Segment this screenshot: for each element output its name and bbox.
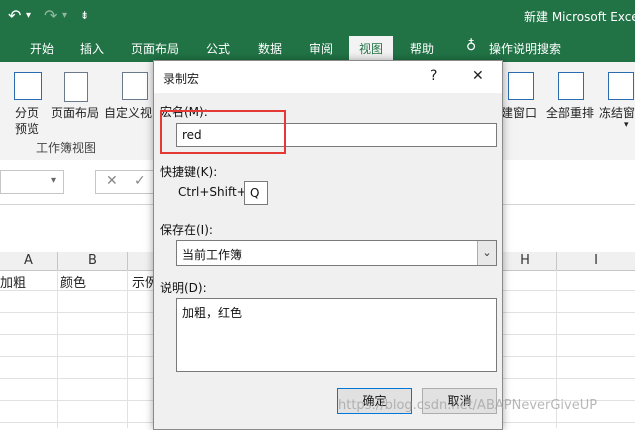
formula-controls: ✕ ✓ xyxy=(95,170,155,194)
lightbulb-icon: ♁ xyxy=(466,38,477,54)
tab-data[interactable]: 数据 xyxy=(258,40,282,57)
shortcut-prefix: Ctrl+Shift+ xyxy=(178,185,247,199)
title-bar: ↶ ▾ ↷ ▾ ⇟ 新建 Microsoft Exce xyxy=(0,0,635,34)
help-button[interactable]: ? xyxy=(430,68,437,84)
tab-insert[interactable]: 插入 xyxy=(80,40,104,57)
cell-b1[interactable]: 颜色 xyxy=(60,272,86,291)
name-box-dropdown-icon[interactable]: ▾ xyxy=(51,175,56,186)
undo-icon[interactable]: ↶ xyxy=(8,6,21,25)
tab-view[interactable]: 视图 xyxy=(349,36,394,62)
shortcut-key-input[interactable]: Q xyxy=(244,181,268,205)
column-line xyxy=(57,270,58,428)
freeze-panes-icon[interactable] xyxy=(608,72,634,100)
store-macro-value: 当前工作簿 xyxy=(182,248,243,262)
arrange-all-icon[interactable] xyxy=(558,72,584,100)
tell-me-search[interactable]: 操作说明搜索 xyxy=(489,40,561,57)
ribbon-tabs: 开始 插入 页面布局 公式 数据 审阅 视图 帮助 ♁ 操作说明搜索 xyxy=(0,34,635,62)
tab-home[interactable]: 开始 xyxy=(30,40,54,57)
column-header-i[interactable]: I xyxy=(557,252,635,270)
column-header-b[interactable]: B xyxy=(58,252,128,270)
arrange-all-label: 全部重排 xyxy=(546,106,595,120)
dialog-title: 录制宏 xyxy=(163,72,200,86)
page-break-preview-icon[interactable] xyxy=(14,72,42,100)
page-break-preview-label: 分页 xyxy=(15,106,40,120)
tab-page-layout[interactable]: 页面布局 xyxy=(131,40,179,57)
redo-dropdown-icon[interactable]: ▾ xyxy=(62,10,67,21)
highlight-annotation xyxy=(160,110,286,154)
customize-quick-access-icon[interactable]: ⇟ xyxy=(80,9,89,22)
page-break-preview-label-2: 预览 xyxy=(15,122,40,136)
new-window-label: 建窗口 xyxy=(501,106,538,120)
undo-dropdown-icon[interactable]: ▾ xyxy=(26,10,31,21)
workbook-views-group-label: 工作簿视图 xyxy=(36,141,97,155)
page-layout-view-icon[interactable] xyxy=(64,72,88,102)
description-label: 说明(D): xyxy=(160,281,207,295)
description-textarea[interactable]: 加粗，红色 xyxy=(176,298,497,372)
cancel-entry-icon[interactable]: ✕ xyxy=(106,173,118,189)
confirm-entry-icon[interactable]: ✓ xyxy=(134,173,146,189)
custom-views-label: 自定义视 xyxy=(104,106,153,120)
window-title: 新建 Microsoft Exce xyxy=(524,10,635,24)
column-header-h[interactable]: H xyxy=(494,252,557,270)
chevron-down-icon[interactable]: ⌄ xyxy=(477,241,496,265)
custom-views-icon[interactable] xyxy=(122,72,148,100)
new-window-icon[interactable] xyxy=(508,72,534,100)
cell-a1[interactable]: 加粗 xyxy=(0,272,26,291)
redo-icon[interactable]: ↷ xyxy=(44,6,57,25)
watermark: https://blog.csdn.net/ABAPNeverGiveUP xyxy=(338,398,598,413)
column-line xyxy=(127,270,128,428)
tab-help[interactable]: 帮助 xyxy=(410,40,434,57)
freeze-panes-dropdown-icon[interactable]: ▾ xyxy=(624,120,629,130)
page-layout-view-label: 页面布局 xyxy=(51,106,100,120)
name-box[interactable]: ▾ xyxy=(0,170,64,194)
tab-review[interactable]: 审阅 xyxy=(309,40,333,57)
store-macro-label: 保存在(I): xyxy=(160,223,213,237)
freeze-panes-label: 冻结窗 xyxy=(599,106,635,120)
shortcut-label: 快捷键(K): xyxy=(160,165,218,179)
tab-formulas[interactable]: 公式 xyxy=(206,40,230,57)
close-button[interactable]: ✕ xyxy=(472,68,484,84)
column-header-a[interactable]: A xyxy=(0,252,58,270)
store-macro-select[interactable]: 当前工作簿 ⌄ xyxy=(176,240,497,266)
dialog-title-bar: 录制宏 ? ✕ xyxy=(154,61,502,93)
